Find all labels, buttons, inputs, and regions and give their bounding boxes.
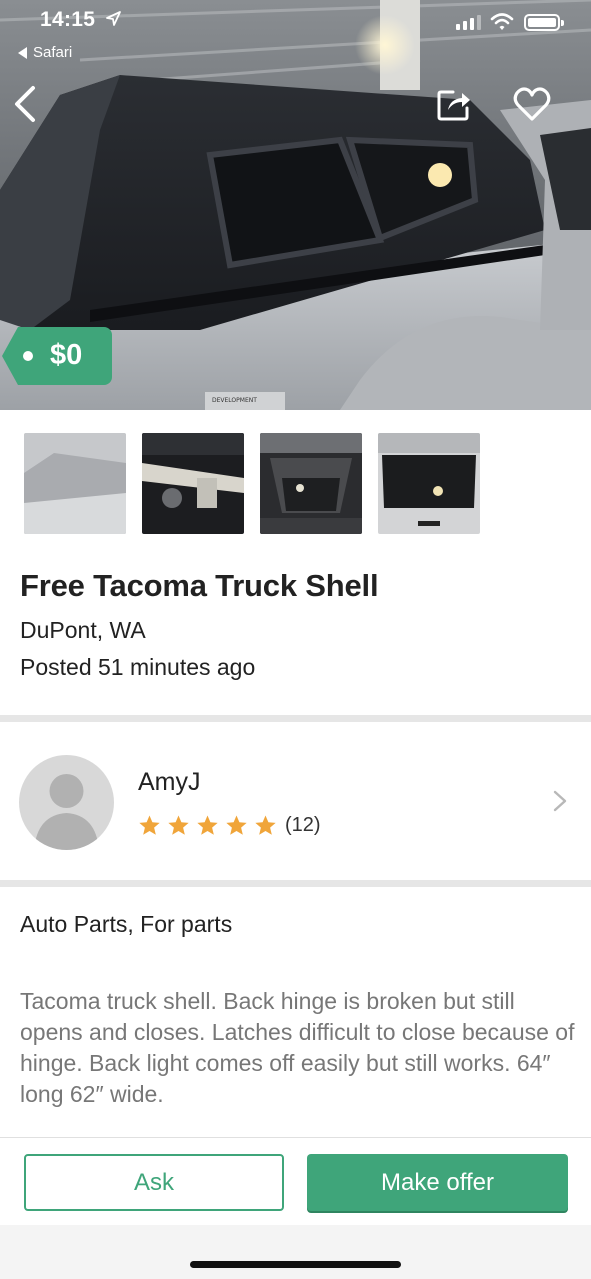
home-indicator-area — [0, 1225, 591, 1279]
hero-photo[interactable]: DEVELOPMENT 14:15 Safari $0 — [0, 0, 591, 410]
price-label: $0 — [50, 339, 83, 371]
battery-icon — [524, 14, 564, 31]
seller-row[interactable]: AmyJ (12) — [0, 722, 591, 880]
avatar — [19, 755, 114, 850]
wifi-icon — [490, 13, 514, 30]
star-icon — [255, 815, 276, 835]
thumbnail-image — [142, 433, 244, 534]
posted-time: Posted 51 minutes ago — [20, 654, 256, 680]
thumbnail-3[interactable] — [260, 433, 362, 534]
thumbnail-2[interactable] — [142, 433, 244, 534]
tag-hole-icon — [23, 351, 33, 361]
status-bar: 14:15 Safari — [0, 0, 591, 70]
heart-icon[interactable] — [512, 84, 552, 124]
signal-icon — [456, 15, 481, 30]
star-icon — [197, 815, 218, 835]
listing-title: Free Tacoma Truck Shell — [20, 568, 379, 603]
make-offer-button[interactable]: Make offer — [307, 1154, 568, 1211]
star-icon — [139, 815, 160, 835]
back-to-safari[interactable]: Safari — [18, 44, 72, 61]
thumbnail-image — [378, 433, 480, 534]
listing-description: Tacoma truck shell. Back hinge is broken… — [20, 988, 575, 1107]
avatar-placeholder-icon — [34, 774, 99, 850]
action-bar: Ask Make offer — [0, 1137, 591, 1225]
share-icon[interactable] — [436, 86, 472, 122]
section-divider — [0, 715, 591, 722]
star-icon — [168, 815, 189, 835]
ask-button[interactable]: Ask — [24, 1154, 284, 1211]
back-chevron-icon[interactable] — [12, 84, 38, 124]
chevron-right-icon[interactable] — [552, 789, 568, 813]
thumbnail-strip — [24, 433, 480, 534]
section-divider — [0, 880, 591, 887]
back-app-label: Safari — [33, 44, 73, 61]
review-count: (12) — [285, 814, 321, 836]
back-triangle-icon — [18, 46, 27, 59]
svg-text:DEVELOPMENT: DEVELOPMENT — [212, 397, 257, 404]
thumbnail-image — [260, 433, 362, 534]
seller-rating: (12) — [138, 814, 321, 837]
thumbnail-image — [24, 433, 126, 534]
home-indicator[interactable] — [190, 1261, 401, 1268]
status-time: 14:15 — [40, 8, 96, 31]
price-tag: $0 — [2, 327, 112, 385]
star-icon — [226, 815, 247, 835]
seller-name: AmyJ — [138, 768, 201, 796]
thumbnail-1[interactable] — [24, 433, 126, 534]
location-arrow-icon — [106, 11, 121, 26]
listing-category: Auto Parts, For parts — [20, 911, 233, 937]
thumbnail-4[interactable] — [378, 433, 480, 534]
listing-location: DuPont, WA — [20, 617, 146, 643]
